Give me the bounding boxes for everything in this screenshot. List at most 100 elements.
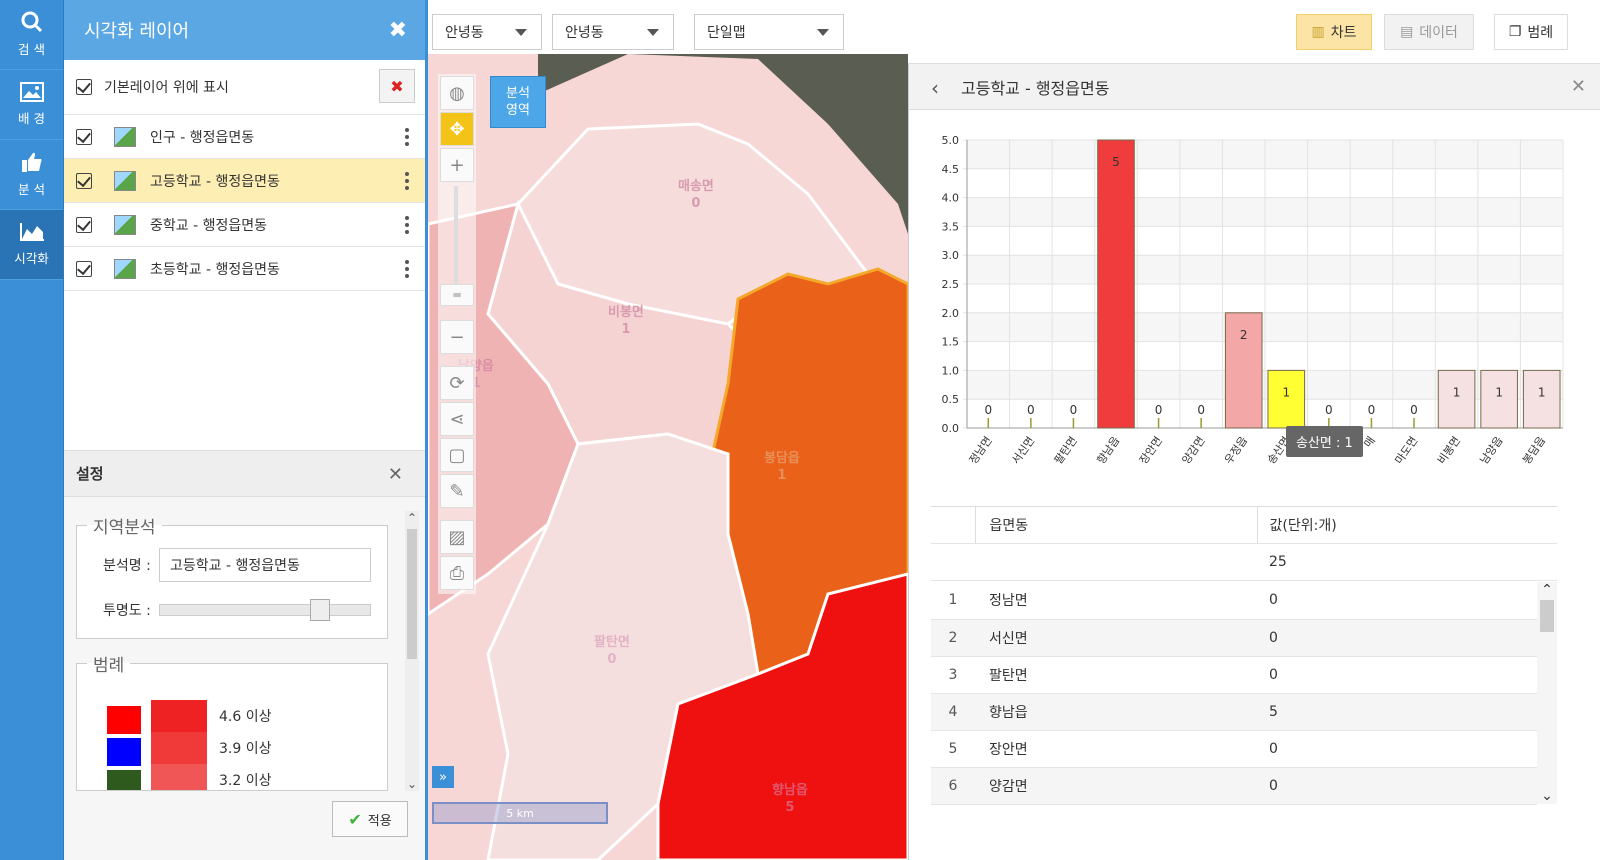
x-tick-label: 정남면 xyxy=(967,434,995,466)
delete-icon: ✖ xyxy=(390,76,404,96)
table-row[interactable]: 1 정남면 0 xyxy=(931,582,1537,620)
zoom-handle[interactable]: ═ xyxy=(440,284,474,306)
region-select-2[interactable]: 안녕동 xyxy=(552,14,674,50)
checkbox[interactable] xyxy=(76,128,92,145)
expand-icon[interactable]: » xyxy=(432,766,454,788)
zoom-in-icon[interactable]: + xyxy=(440,148,474,182)
nav-analysis[interactable]: 분 석 xyxy=(0,140,63,210)
image-icon[interactable]: ▨ xyxy=(440,520,474,554)
map-view[interactable]: 매송면0 비봉면1 남양읍1 봉담읍1 팔탄면0 향남읍5 분석 영역 ◍ ✥ … xyxy=(428,54,908,860)
back-icon[interactable]: ‹ xyxy=(931,76,939,100)
more-menu-icon[interactable] xyxy=(405,260,409,281)
refresh-icon[interactable]: ⟳ xyxy=(440,366,474,400)
table-row[interactable]: 2 서신면 0 xyxy=(931,619,1537,657)
y-tick-label: 1.5 xyxy=(942,336,960,349)
legend-swatch xyxy=(151,732,207,764)
legend-item: 4.6 이상 xyxy=(151,700,363,732)
legend-color-swatch[interactable] xyxy=(107,770,141,790)
pan-icon[interactable]: ✥ xyxy=(440,112,474,146)
layer-item[interactable]: 인구 - 행정읍면동 xyxy=(64,115,425,159)
x-tick-label: 봉담읍 xyxy=(1520,434,1548,466)
row-value: 0 xyxy=(1257,619,1537,657)
legend-button[interactable]: ❐ 범례 xyxy=(1494,14,1568,50)
data-label: 데이터 xyxy=(1419,25,1458,41)
apply-button[interactable]: ✔ 적용 xyxy=(332,801,408,837)
table-row[interactable]: 4 향남읍 5 xyxy=(931,693,1537,731)
data-button[interactable]: ▤ 데이터 xyxy=(1384,14,1474,50)
scrollbar[interactable]: ⌃ ⌄ xyxy=(405,511,419,791)
y-tick-label: 4.5 xyxy=(942,163,960,176)
legend-group: 범례 4.6 이상 3.9 이상 3.2 이상 xyxy=(76,651,388,791)
scroll-up-icon[interactable]: ⌃ xyxy=(1537,582,1557,598)
region-label-bibong: 비봉면 1 xyxy=(608,305,644,337)
bar-data-label: 0 xyxy=(1368,403,1376,417)
print-icon[interactable]: ⎙ xyxy=(440,556,474,590)
table-row[interactable]: 6 양감면 0 xyxy=(931,767,1537,805)
col-header-name[interactable]: 읍면동 xyxy=(975,506,1258,544)
chart-button[interactable]: ▥ 차트 xyxy=(1296,14,1372,50)
x-tick-label: 향남읍 xyxy=(1094,434,1122,466)
slider-thumb[interactable] xyxy=(309,599,330,621)
table-row[interactable]: 3 팔탄면 0 xyxy=(931,656,1537,694)
tooltip-text: 송산면 : 1 xyxy=(1296,436,1353,451)
bar-chart-icon: ▥ xyxy=(1311,24,1325,40)
row-value: 0 xyxy=(1257,582,1537,620)
more-menu-icon[interactable] xyxy=(405,216,409,237)
nav-search[interactable]: 검 색 xyxy=(0,0,63,70)
layer-image-icon xyxy=(114,170,136,191)
region-select-1[interactable]: 안녕동 xyxy=(432,14,542,50)
checkbox[interactable] xyxy=(76,260,92,277)
legend-color-swatch[interactable] xyxy=(107,706,141,734)
nav-label: 분 석 xyxy=(18,182,45,197)
y-tick-label: 0.5 xyxy=(942,393,960,406)
brush-icon[interactable]: ✎ xyxy=(440,474,474,508)
checkbox[interactable] xyxy=(76,216,92,233)
nav-background[interactable]: 배 경 xyxy=(0,70,63,140)
layer-item[interactable]: 고등학교 - 행정읍면동 xyxy=(64,159,425,203)
scroll-up-icon[interactable]: ⌃ xyxy=(405,511,419,525)
scrollbar-thumb[interactable] xyxy=(1540,600,1554,632)
close-icon[interactable]: ✕ xyxy=(388,464,403,485)
legend-color-swatches xyxy=(107,706,141,790)
legend-color-swatch[interactable] xyxy=(107,738,141,766)
x-tick-label: 남양읍 xyxy=(1478,434,1506,466)
close-icon[interactable]: ✕ xyxy=(1571,76,1586,97)
nav-visualization[interactable]: 시각화 xyxy=(0,210,63,280)
checkbox[interactable] xyxy=(76,172,92,189)
x-tick-label: 우정읍 xyxy=(1222,434,1250,466)
more-menu-icon[interactable] xyxy=(405,128,409,149)
zoom-out-icon[interactable]: − xyxy=(440,320,474,354)
row-name: 정남면 xyxy=(975,582,1257,620)
analysis-area-button[interactable]: 분석 영역 xyxy=(490,76,546,128)
more-menu-icon[interactable] xyxy=(405,172,409,193)
legend-item-label: 4.6 이상 xyxy=(219,709,272,725)
region-analysis-group: 지역분석 분석명 : 고등학교 - 행정읍면동 투명도 : xyxy=(76,513,388,639)
chevron-down-icon xyxy=(515,29,527,36)
table-scrollbar[interactable]: ⌃ ⌄ xyxy=(1537,582,1557,804)
show-on-top-row[interactable]: 기본레이어 위에 표시 ✖ xyxy=(64,60,425,115)
map-mode-select[interactable]: 단일맵 xyxy=(694,14,844,50)
scroll-down-icon[interactable]: ⌄ xyxy=(1537,788,1557,804)
select-value: 안녕동 xyxy=(565,25,604,41)
layer-item[interactable]: 중학교 - 행정읍면동 xyxy=(64,203,425,247)
bar-data-label: 0 xyxy=(1070,403,1078,417)
col-header-value[interactable]: 값(단위:개) xyxy=(1257,506,1557,544)
opacity-slider[interactable] xyxy=(159,599,371,621)
share-icon[interactable]: ⋖ xyxy=(440,402,474,436)
close-icon[interactable]: ✖ xyxy=(389,18,407,43)
row-name: 양감면 xyxy=(975,767,1257,805)
scroll-down-icon[interactable]: ⌄ xyxy=(405,777,419,791)
legend-items: 4.6 이상 3.9 이상 3.2 이상 xyxy=(151,700,363,790)
square-icon[interactable]: ▢ xyxy=(440,438,474,472)
scrollbar-thumb[interactable] xyxy=(407,529,417,659)
layer-item[interactable]: 초등학교 - 행정읍면동 xyxy=(64,247,425,291)
layer-label: 중학교 - 행정읍면동 xyxy=(150,217,267,234)
globe-icon[interactable]: ◍ xyxy=(440,76,474,110)
select-value: 단일맵 xyxy=(707,25,746,41)
table-row[interactable]: 5 장안면 0 xyxy=(931,730,1537,768)
checkbox[interactable] xyxy=(76,79,92,95)
clear-layers-button[interactable]: ✖ xyxy=(379,69,415,103)
image-icon xyxy=(19,82,44,102)
analysis-name-input[interactable]: 고등학교 - 행정읍면동 xyxy=(159,548,371,582)
bar-data-label: 1 xyxy=(1495,385,1503,399)
